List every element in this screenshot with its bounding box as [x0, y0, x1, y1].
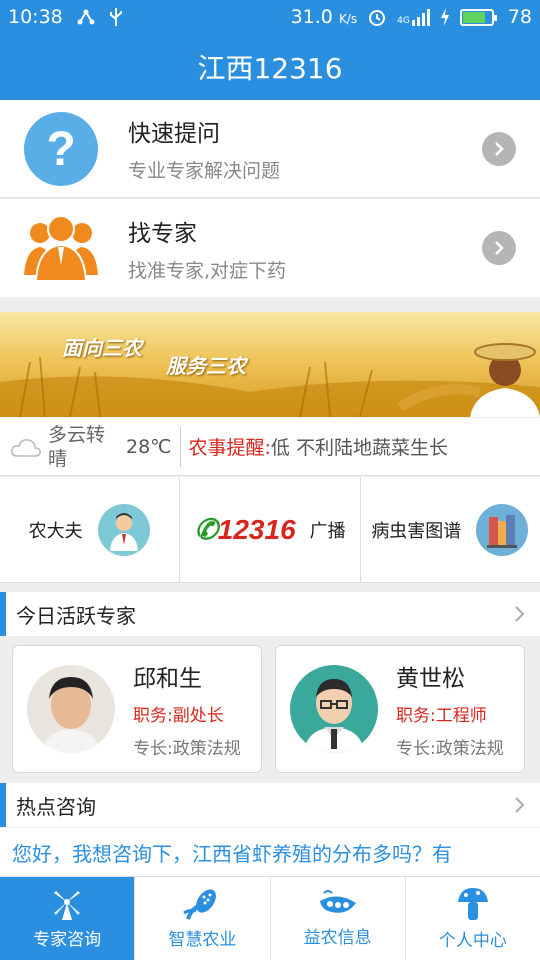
avatar [27, 665, 115, 753]
chevron-right-icon[interactable] [482, 131, 516, 166]
banner-slogan-2: 服务三农 [166, 354, 246, 378]
avatar [290, 665, 378, 753]
tab-label: 智慧农业 [168, 930, 237, 950]
expert-specialty: 专长:政策法规 [133, 739, 241, 759]
quick-link-broadcast[interactable]: ✆12316 广播 [180, 477, 361, 582]
find-expert-row[interactable]: 找专家 找准专家,对症下药 [0, 199, 540, 297]
tab-smart-agriculture[interactable]: 智慧农业 [135, 877, 271, 960]
tab-farm-info[interactable]: 益农信息 [271, 877, 406, 960]
quick-link-label: 病虫害图谱 [371, 520, 462, 542]
books-icon [476, 503, 529, 556]
corn-icon [183, 889, 217, 920]
title-bar: 江西12316 [0, 34, 540, 100]
expert-card[interactable]: 邱和生 职务:副处长 专长:政策法规 [12, 645, 262, 773]
wheat-field-image [0, 343, 540, 417]
quick-question-title: 快速提问 [128, 121, 220, 147]
expert-role: 职务:工程师 [396, 706, 487, 726]
charging-icon [440, 8, 449, 26]
promo-banner[interactable]: 面向三农 服务三农 [0, 312, 540, 417]
chevron-right-icon [515, 606, 525, 622]
usb-share-icon [77, 9, 95, 25]
alarm-icon [369, 10, 386, 26]
expert-name: 黄世松 [396, 666, 465, 692]
section-title: 今日活跃专家 [16, 603, 136, 628]
status-bar: 10:38 31.0 K/s 4G 78 [0, 0, 540, 34]
experts-icon [22, 209, 100, 287]
quick-link-pest-atlas[interactable]: 病虫害图谱 [361, 477, 540, 582]
chevron-right-icon [515, 797, 525, 813]
quick-link-doctor[interactable]: 农大夫 [0, 477, 181, 582]
weather-reminder-bar: 多云转晴 28℃ 农事提醒: 低 不利陆地蔬菜生长 [0, 418, 540, 476]
svg-text:?: ? [46, 123, 75, 176]
app-title: 江西12316 [197, 52, 343, 85]
temperature: 28℃ [126, 435, 172, 458]
signal-icon: 4G [397, 8, 430, 26]
reminder-label: 农事提醒: [188, 437, 271, 459]
expert-cards: 邱和生 职务:副处长 专长:政策法规 黄世松 职务:工程师 专长:政策法规 [0, 637, 540, 782]
active-experts-header[interactable]: 今日活跃专家 [0, 592, 540, 636]
expert-specialty: 专长:政策法规 [396, 739, 504, 759]
quick-question-row[interactable]: ? 快速提问 专业专家解决问题 [0, 100, 540, 198]
expert-role: 职务:副处长 [133, 706, 224, 726]
phone-logo-icon: ✆12316 [194, 514, 296, 545]
hot-consultation-header[interactable]: 热点咨询 [0, 783, 540, 827]
find-expert-title: 找专家 [128, 220, 197, 247]
quick-question-subtitle: 专业专家解决问题 [128, 160, 281, 182]
windmill-icon [54, 891, 81, 920]
quick-link-label: 农大夫 [28, 520, 83, 542]
tab-label: 益农信息 [303, 928, 372, 948]
peas-icon [319, 890, 356, 913]
quick-links: 农大夫 ✆12316 广播 病虫害图谱 [0, 477, 540, 583]
reminder-text[interactable]: 低 不利陆地蔬菜生长 [271, 433, 448, 460]
tab-label: 专家咨询 [33, 930, 102, 950]
cloud-icon [11, 438, 41, 457]
chevron-right-icon[interactable] [482, 231, 516, 265]
battery-level: 78 [507, 6, 532, 28]
status-time: 10:38 [8, 6, 63, 28]
doctor-icon [97, 503, 150, 556]
divider [179, 426, 181, 467]
bottom-nav: 专家咨询 智慧农业 益农信息 个人中心 [0, 876, 540, 960]
tab-expert-consult[interactable]: 专家咨询 [0, 877, 136, 960]
expert-name: 邱和生 [133, 666, 202, 692]
mushroom-icon [457, 888, 488, 920]
section-title: 热点咨询 [16, 794, 96, 819]
weather-description: 多云转晴 [48, 423, 106, 470]
hot-question-item[interactable]: 您好，我想咨询下，江西省虾养殖的分布多吗？有 [0, 828, 540, 876]
question-icon: ? [22, 110, 100, 188]
tab-personal-center[interactable]: 个人中心 [406, 877, 540, 960]
tab-label: 个人中心 [438, 931, 507, 951]
battery-icon [459, 8, 497, 26]
network-speed: 31.0 K/s [290, 6, 358, 28]
quick-link-label: 广播 [309, 520, 346, 542]
usb-icon [109, 8, 122, 26]
find-expert-subtitle: 找准专家,对症下药 [128, 259, 287, 282]
expert-card[interactable]: 黄世松 职务:工程师 专长:政策法规 [275, 645, 525, 773]
banner-slogan-1: 面向三农 [62, 336, 142, 360]
